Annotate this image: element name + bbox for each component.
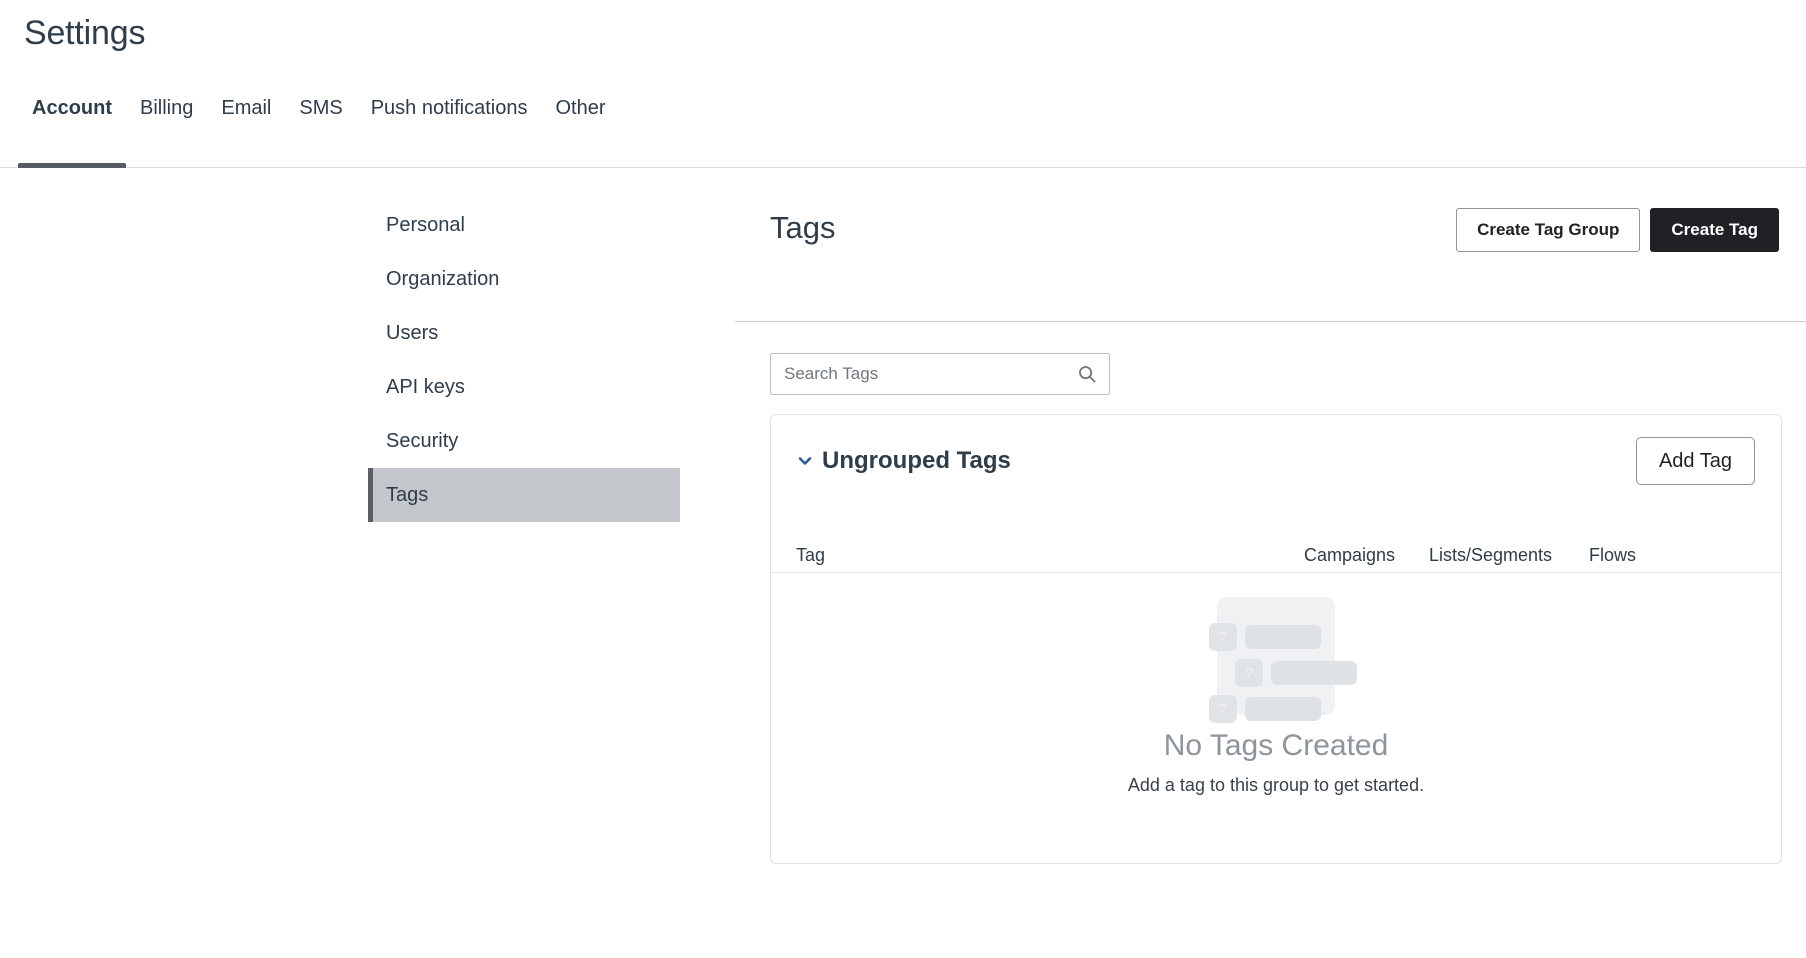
sidebar-item-api-keys[interactable]: API keys [368, 360, 680, 414]
sidebar-item-users-label: Users [386, 321, 439, 344]
tags-panel-header: Tags Create Tag Group Create Tag [735, 198, 1806, 322]
tags-header-actions: Create Tag Group Create Tag [1456, 208, 1779, 252]
sidebar-item-personal-label: Personal [386, 213, 465, 236]
tab-push-notifications-label: Push notifications [370, 97, 528, 119]
tags-empty-state: ? ? ? No Tags Created Add a tag to this … [771, 573, 1781, 863]
sidebar-item-security[interactable]: Security [368, 414, 680, 468]
empty-tags-illustration: ? ? ? [1209, 597, 1357, 723]
question-mark-badge-icon: ? [1209, 623, 1237, 651]
illustration-row: ? [1209, 623, 1321, 651]
sidebar-item-users[interactable]: Users [368, 306, 680, 360]
illustration-bar [1245, 697, 1321, 721]
illustration-bar [1271, 661, 1357, 685]
sidebar-item-security-label: Security [386, 429, 459, 452]
search-input[interactable] [770, 353, 1110, 395]
tab-sms[interactable]: SMS [285, 84, 356, 168]
ungrouped-tags-toggle[interactable]: Ungrouped Tags [796, 447, 1011, 475]
create-tag-button[interactable]: Create Tag [1650, 208, 1779, 252]
tags-panel: Tags Create Tag Group Create Tag Ungr [735, 198, 1806, 864]
question-mark-badge-icon: ? [1235, 659, 1263, 687]
sidebar-item-organization[interactable]: Organization [368, 252, 680, 306]
tabs-container: Account Billing Email SMS Push notificat… [18, 84, 620, 168]
illustration-row: ? [1209, 695, 1321, 723]
tab-account[interactable]: Account [18, 84, 126, 168]
search-tags-container [770, 353, 1110, 395]
tab-other-label: Other [555, 97, 606, 119]
ungrouped-tags-card: Ungrouped Tags Add Tag Tag Campaigns Lis… [770, 414, 1782, 864]
page-title: Settings [24, 14, 146, 52]
question-mark-badge-icon: ? [1209, 695, 1237, 723]
tags-heading: Tags [770, 210, 836, 245]
sidebar-item-tags[interactable]: Tags [368, 468, 680, 522]
tab-billing[interactable]: Billing [126, 84, 207, 168]
illustration-bar [1245, 625, 1321, 649]
tab-billing-label: Billing [140, 97, 194, 119]
illustration-row: ? [1235, 659, 1357, 687]
empty-state-subtitle: Add a tag to this group to get started. [1127, 775, 1425, 795]
column-header-campaigns: Campaigns [1304, 545, 1396, 565]
ungrouped-tags-title: Ungrouped Tags [822, 447, 1011, 474]
sidebar-item-api-keys-label: API keys [386, 375, 465, 398]
sidebar-item-tags-label: Tags [386, 483, 429, 506]
sidebar-item-organization-label: Organization [386, 267, 500, 290]
tab-sms-label: SMS [299, 97, 343, 119]
tab-email-label: Email [221, 97, 272, 119]
create-tag-group-button[interactable]: Create Tag Group [1456, 208, 1641, 252]
sidebar-item-personal[interactable]: Personal [368, 198, 680, 252]
settings-tabbar: Account Billing Email SMS Push notificat… [0, 84, 1806, 168]
empty-state-title: No Tags Created [1163, 729, 1389, 762]
add-tag-button[interactable]: Add Tag [1635, 437, 1755, 485]
tab-email[interactable]: Email [207, 84, 285, 168]
tags-table-header: Tag Campaigns Lists/Segments Flows [771, 525, 1781, 573]
tab-account-label: Account [32, 97, 112, 119]
chevron-down-icon[interactable] [796, 452, 814, 470]
column-header-flows: Flows [1589, 545, 1637, 565]
ungrouped-tags-header: Ungrouped Tags Add Tag [771, 415, 1781, 525]
column-header-lists-segments: Lists/Segments [1429, 545, 1553, 565]
settings-sidebar: Personal Organization Users API keys Sec… [368, 198, 680, 522]
tab-push-notifications[interactable]: Push notifications [357, 84, 542, 168]
tab-other[interactable]: Other [541, 84, 619, 168]
column-header-tag: Tag [796, 545, 826, 565]
